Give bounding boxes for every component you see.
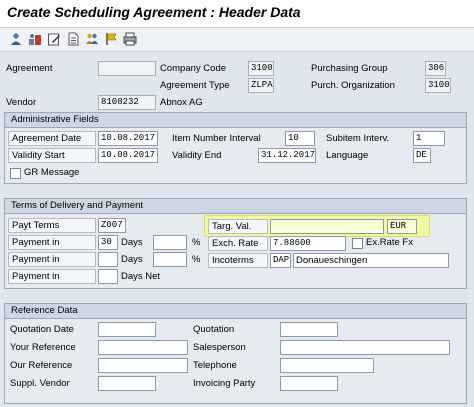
application-toolbar <box>0 28 474 52</box>
days-net-label: Days Net <box>121 271 161 282</box>
company-code-field: 3100 <box>248 61 274 76</box>
item-interval-label: Item Number Interval <box>172 133 261 144</box>
payment-in-3-days-field[interactable] <box>98 269 118 284</box>
purchasing-group-label: Purchasing Group <box>311 63 388 74</box>
payment-in-2-label: Payment in <box>8 252 96 267</box>
targ-val-label: Targ. Val. <box>208 219 268 234</box>
vendor-label: Vendor <box>6 97 37 108</box>
exrate-fx-checkbox[interactable] <box>352 238 363 249</box>
validity-start-field[interactable]: 10.08.2017 <box>98 148 158 163</box>
administrative-fields-title: Administrative Fields <box>5 113 466 128</box>
payment-in-1-days-field[interactable]: 30 <box>98 235 118 250</box>
incoterms-code-field[interactable]: DAP <box>270 253 291 268</box>
agreement-date-field[interactable]: 10.08.2017 <box>98 131 158 146</box>
print-icon[interactable] <box>122 31 138 47</box>
payment-in-1-label: Payment in <box>8 235 96 250</box>
validity-end-label: Validity End <box>172 150 222 161</box>
quotation-label: Quotation <box>193 324 235 335</box>
validity-end-field[interactable]: 31.12.2017 <box>258 148 316 163</box>
telephone-label: Telephone <box>193 360 237 371</box>
invoicing-party-field[interactable] <box>280 376 338 391</box>
our-reference-field[interactable] <box>98 358 188 373</box>
exch-rate-label: Exch. Rate <box>208 236 268 251</box>
vendor-name: Abnox AG <box>160 97 203 108</box>
terms-delivery-payment-title: Terms of Delivery and Payment <box>5 199 466 214</box>
exch-rate-field[interactable]: 7.88600 <box>270 236 346 251</box>
payt-terms-label: Payt Terms <box>8 218 96 233</box>
your-reference-field[interactable] <box>98 340 188 355</box>
vendor-field: 8108232 <box>98 95 156 110</box>
quotation-date-label: Quotation Date <box>10 324 74 335</box>
purch-org-field: 3100 <box>425 78 451 93</box>
agreement-label: Agreement <box>6 63 53 74</box>
org-icon[interactable] <box>27 31 43 47</box>
percent-2-label: % <box>192 254 201 265</box>
flag-icon[interactable] <box>103 31 119 47</box>
validity-start-label: Validity Start <box>8 148 96 163</box>
document-icon[interactable] <box>65 31 81 47</box>
purch-org-label: Purch. Organization <box>311 80 395 91</box>
subitem-interval-label: Subitem Interv. <box>326 133 390 144</box>
targ-val-field[interactable] <box>270 219 384 234</box>
window-title: Create Scheduling Agreement : Header Dat… <box>7 4 301 20</box>
reference-data-title: Reference Data <box>5 304 466 319</box>
invoicing-party-label: Invoicing Party <box>193 378 256 389</box>
quotation-field[interactable] <box>280 322 338 337</box>
agreement-date-label: Agreement Date <box>8 131 96 146</box>
days-1-label: Days <box>121 237 143 248</box>
item-interval-field[interactable]: 10 <box>285 131 315 146</box>
purchasing-group-field: 306 <box>425 61 446 76</box>
agreement-type-field: ZLPA <box>248 78 274 93</box>
agreement-type-label: Agreement Type <box>160 80 230 91</box>
payment-in-2-days-field[interactable] <box>98 252 118 267</box>
salesperson-field[interactable] <box>280 340 450 355</box>
payment-in-2-percent-field[interactable] <box>153 252 187 267</box>
exrate-fx-label: Ex.Rate Fx <box>366 237 413 248</box>
partners-icon[interactable] <box>84 31 100 47</box>
salesperson-label: Salesperson <box>193 342 246 353</box>
payment-in-3-label: Payment in <box>8 269 96 284</box>
agreement-field <box>98 61 156 76</box>
gr-message-checkbox[interactable] <box>10 168 21 179</box>
payment-in-1-percent-field[interactable] <box>153 235 187 250</box>
currency-field[interactable]: EUR <box>387 219 417 234</box>
incoterms-label: Incoterms <box>208 253 268 268</box>
payt-terms-field[interactable]: Z007 <box>98 218 126 233</box>
days-2-label: Days <box>121 254 143 265</box>
title-bar: Create Scheduling Agreement : Header Dat… <box>0 0 474 28</box>
incoterms-place-field[interactable]: Donaueschingen <box>293 253 449 268</box>
language-label: Language <box>326 150 369 161</box>
quotation-date-field[interactable] <box>98 322 156 337</box>
gr-message-label: GR Message <box>24 167 80 178</box>
subitem-interval-field[interactable]: 1 <box>413 131 445 146</box>
your-reference-label: Your Reference <box>10 342 76 353</box>
telephone-field[interactable] <box>280 358 374 373</box>
suppl-vendor-label: Suppl. Vendor <box>10 378 70 389</box>
suppl-vendor-field[interactable] <box>98 376 156 391</box>
person-icon[interactable] <box>8 31 24 47</box>
company-code-label: Company Code <box>160 63 227 74</box>
percent-1-label: % <box>192 237 201 248</box>
language-field[interactable]: DE <box>413 148 431 163</box>
our-reference-label: Our Reference <box>10 360 73 371</box>
edit-icon[interactable] <box>46 31 62 47</box>
